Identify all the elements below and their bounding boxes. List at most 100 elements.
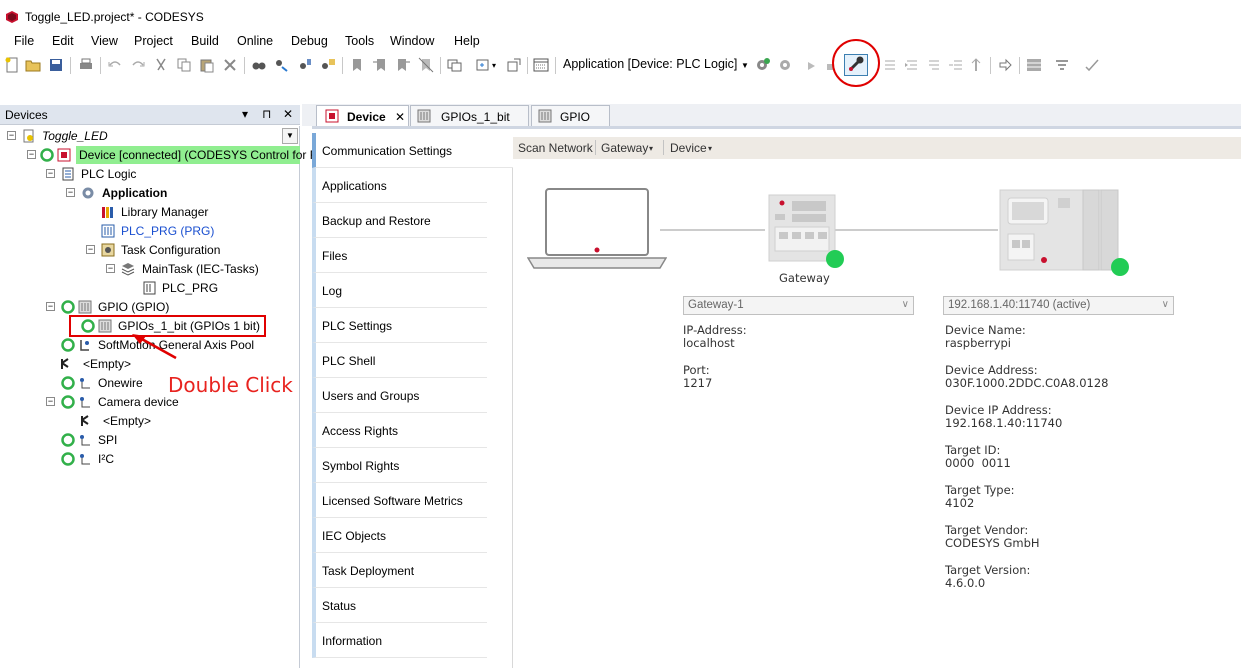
new-file-icon[interactable] (4, 57, 20, 73)
tree-item-gpio[interactable]: − GPIO (GPIO) (0, 298, 280, 316)
tree-item-task-configuration[interactable]: − Task Configuration (0, 241, 280, 259)
redo-icon[interactable] (130, 57, 146, 73)
copy-icon[interactable] (176, 57, 192, 73)
menu-window[interactable]: Window (390, 34, 434, 48)
side-item-communication-settings[interactable]: Communication Settings (312, 133, 513, 168)
calendar-icon[interactable] (533, 57, 549, 73)
active-application-combo[interactable]: Application [Device: PLC Logic] (563, 57, 737, 71)
undo-icon[interactable] (107, 57, 123, 73)
windows-icon[interactable] (447, 57, 463, 73)
bookmark-find-icon[interactable] (297, 57, 313, 73)
side-item-information[interactable]: Information (312, 623, 487, 658)
tab-gpios-1-bit[interactable]: GPIOs_1_bit (410, 105, 529, 126)
filter-icon[interactable] (1054, 57, 1070, 73)
side-item-iec-objects[interactable]: IEC Objects (312, 518, 487, 553)
menu-project[interactable]: Project (134, 34, 173, 48)
tree-item-project[interactable]: − Toggle_LED (0, 127, 280, 145)
side-item-access-rights[interactable]: Access Rights (312, 413, 487, 448)
chevron-down-icon: ∨ (901, 299, 909, 310)
menu-view[interactable]: View (91, 34, 118, 48)
side-item-task-deployment[interactable]: Task Deployment (312, 553, 487, 588)
tree-item-plc-prg-call[interactable]: PLC_PRG (0, 279, 280, 297)
bookmark-clear-icon[interactable] (418, 57, 434, 73)
bookmark-icon[interactable] (349, 57, 365, 73)
tree-item-maintask[interactable]: − MainTask (IEC-Tasks) (0, 260, 280, 278)
tab-gpio[interactable]: GPIO (531, 105, 610, 126)
application-dropdown-arrow-icon[interactable]: ▼ (741, 61, 749, 70)
step-into-icon[interactable] (904, 57, 920, 73)
add-object-icon[interactable] (475, 57, 491, 73)
menu-tools[interactable]: Tools (345, 34, 374, 48)
tree-item-application[interactable]: − Application (0, 184, 280, 202)
collapse-icon[interactable]: − (46, 169, 55, 178)
plc-device-icon[interactable] (998, 188, 1133, 278)
tab-device[interactable]: Device ✕ (316, 105, 409, 126)
collapse-icon[interactable]: − (27, 150, 36, 159)
pin-icon[interactable]: ⊓ (262, 107, 271, 121)
tree-item-plc-prg[interactable]: PLC_PRG (PRG) (0, 222, 280, 240)
side-item-backup-restore[interactable]: Backup and Restore (312, 203, 487, 238)
compile-icon[interactable] (1084, 57, 1100, 73)
show-current-statement-icon[interactable] (997, 57, 1013, 73)
collapse-icon[interactable]: − (86, 245, 95, 254)
logout-icon[interactable] (778, 57, 794, 73)
menu-file[interactable]: File (14, 34, 34, 48)
panel-menu-icon[interactable]: ▾ (242, 107, 248, 121)
menu-build[interactable]: Build (191, 34, 219, 48)
menu-help[interactable]: Help (454, 34, 480, 48)
gateway-menu-button[interactable]: Gateway (601, 141, 648, 155)
cut-icon[interactable] (153, 57, 169, 73)
tree-item-library-manager[interactable]: Library Manager (0, 203, 280, 221)
tree-item-i2c[interactable]: I²C (0, 450, 280, 468)
side-item-applications[interactable]: Applications (312, 168, 487, 203)
menu-online[interactable]: Online (237, 34, 273, 48)
find-icon[interactable] (251, 57, 267, 73)
collapse-icon[interactable]: − (7, 131, 16, 140)
chevron-down-icon[interactable]: ▾ (649, 144, 653, 153)
side-item-licensed-software-metrics[interactable]: Licensed Software Metrics (312, 483, 487, 518)
side-item-log[interactable]: Log (312, 273, 487, 308)
close-tab-icon[interactable]: ✕ (395, 110, 405, 124)
side-item-symbol-rights[interactable]: Symbol Rights (312, 448, 487, 483)
menu-debug[interactable]: Debug (291, 34, 328, 48)
tree-item-empty-slot[interactable]: <Empty> (0, 412, 280, 430)
collapse-icon[interactable]: − (106, 264, 115, 273)
menu-edit[interactable]: Edit (52, 34, 74, 48)
print-icon[interactable] (78, 57, 94, 73)
bookmark-next-icon[interactable] (395, 57, 411, 73)
gateway-icon[interactable] (766, 192, 846, 272)
scan-network-button[interactable]: Scan Network (518, 141, 593, 155)
device-select[interactable]: 192.168.1.40:11740 (active) ∨ (943, 296, 1174, 315)
tree-item-plc-logic[interactable]: − PLC Logic (0, 165, 280, 183)
step-over-icon[interactable] (882, 57, 898, 73)
side-item-status[interactable]: Status (312, 588, 487, 623)
run-to-cursor-icon[interactable] (948, 57, 964, 73)
collapse-icon[interactable]: − (46, 302, 55, 311)
paste-icon[interactable] (199, 57, 215, 73)
start-icon[interactable] (806, 61, 822, 77)
side-item-files[interactable]: Files (312, 238, 487, 273)
login-icon[interactable] (755, 57, 771, 73)
step-out-icon[interactable] (926, 57, 942, 73)
replace-in-files-icon[interactable] (320, 57, 336, 73)
tree-item-spi[interactable]: SPI (0, 431, 280, 449)
delete-icon[interactable] (222, 57, 238, 73)
export-icon[interactable] (506, 57, 522, 73)
collapse-icon[interactable]: − (46, 397, 55, 406)
bookmark-prev-icon[interactable] (372, 57, 388, 73)
collapse-icon[interactable]: − (66, 188, 75, 197)
chevron-down-icon[interactable]: ▾ (708, 144, 712, 153)
breakpoints-icon[interactable] (1026, 57, 1042, 73)
find-replace-icon[interactable] (274, 57, 290, 73)
tree-item-device[interactable]: − Device [connected] (CODESYS Control fo… (0, 146, 331, 164)
open-folder-icon[interactable] (25, 57, 41, 73)
set-next-statement-icon[interactable] (968, 57, 984, 73)
side-item-users-groups[interactable]: Users and Groups (312, 378, 487, 413)
side-item-plc-settings[interactable]: PLC Settings (312, 308, 487, 343)
device-menu-button[interactable]: Device (670, 141, 707, 155)
side-item-plc-shell[interactable]: PLC Shell (312, 343, 487, 378)
close-panel-icon[interactable]: ✕ (283, 107, 293, 121)
save-icon[interactable] (48, 57, 64, 73)
tree-dropdown-button[interactable]: ▼ (282, 128, 298, 144)
gateway-select[interactable]: Gateway-1 ∨ (683, 296, 914, 315)
